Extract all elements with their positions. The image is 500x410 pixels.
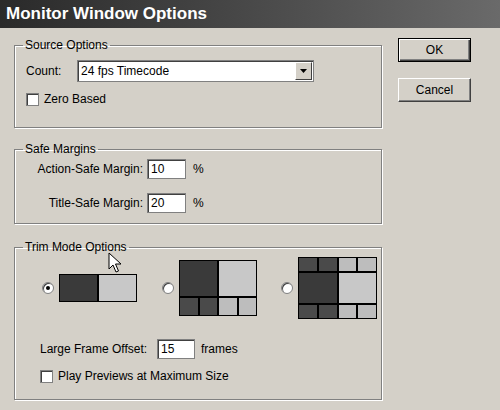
- button-column: OK Cancel: [398, 38, 471, 400]
- dialog-button[interactable]: OK: [398, 38, 471, 62]
- layout-thumbnail[interactable]: [298, 257, 377, 319]
- zero-based-checkbox[interactable]: Zero Based: [26, 91, 370, 107]
- safe-margins-group: Safe MarginsAction-Safe Margin:10%Title-…: [14, 142, 382, 224]
- dialog-window: Monitor Window Options Source Options Coun…: [0, 0, 500, 410]
- radio-dot: [46, 286, 50, 290]
- trim-mode-group: Trim Mode Options Large Frame Offset:15 fr…: [14, 240, 382, 400]
- checkbox-box[interactable]: [40, 370, 53, 383]
- layout-options: [15, 254, 381, 322]
- large-frame-offset-label: Large Frame Offset:: [40, 340, 157, 358]
- radio-button[interactable]: [42, 282, 54, 294]
- margin-unit: %: [193, 194, 204, 212]
- margin-label: Action-Safe Margin:: [26, 160, 143, 178]
- dialog-button[interactable]: Cancel: [398, 78, 471, 102]
- radio-button[interactable]: [162, 282, 174, 294]
- group-title: Source Options: [23, 38, 110, 52]
- count-label: Count:: [26, 62, 77, 80]
- group-title: Safe Margins: [23, 142, 98, 156]
- large-frame-offset-input[interactable]: 15: [157, 339, 195, 359]
- dropdown-arrow-button[interactable]: [295, 62, 312, 80]
- margin-unit: %: [193, 160, 204, 178]
- options-column: Source Options Count:24 fps Timecode Zero …: [14, 38, 384, 400]
- checkbox-label: Zero Based: [44, 90, 106, 108]
- dialog-body: Source Options Count:24 fps Timecode Zero …: [0, 28, 500, 400]
- checkbox-label: Play Previews at Maximum Size: [58, 367, 229, 385]
- mouse-pointer-icon: [108, 252, 122, 274]
- group-title: Trim Mode Options: [23, 240, 129, 254]
- play-previews-checkbox[interactable]: Play Previews at Maximum Size: [40, 368, 381, 384]
- checkbox-box[interactable]: [26, 93, 39, 106]
- margin-row: Title-Safe Margin:20%: [26, 193, 370, 213]
- count-dropdown[interactable]: 24 fps Timecode: [77, 60, 314, 82]
- title-bar[interactable]: Monitor Window Options: [0, 0, 500, 28]
- layout-option[interactable]: [162, 260, 281, 316]
- margin-input[interactable]: 10: [147, 159, 186, 179]
- large-frame-offset-row: Large Frame Offset:15 frames: [15, 339, 381, 359]
- margin-input[interactable]: 20: [147, 193, 186, 213]
- radio-button[interactable]: [281, 282, 293, 294]
- layout-option[interactable]: [281, 257, 381, 319]
- margin-label: Title-Safe Margin:: [26, 194, 143, 212]
- down-arrow-icon: [300, 69, 307, 73]
- layout-thumbnail[interactable]: [59, 274, 137, 302]
- window-title: Monitor Window Options: [6, 1, 207, 27]
- source-options-group: Source Options Count:24 fps Timecode Zero …: [14, 38, 382, 128]
- margin-row: Action-Safe Margin:10%: [26, 159, 370, 179]
- layout-option[interactable]: [42, 274, 162, 302]
- layout-thumbnail[interactable]: [179, 260, 257, 316]
- frames-unit: frames: [201, 340, 238, 358]
